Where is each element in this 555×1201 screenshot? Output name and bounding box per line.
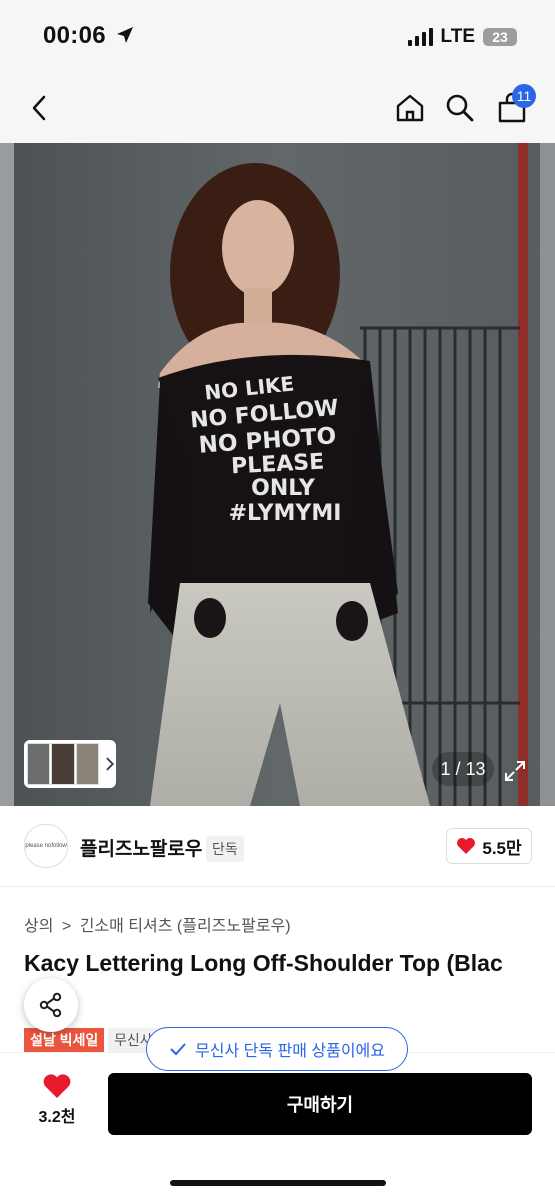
image-counter: 1 / 13 [432,752,494,786]
product-image[interactable]: NO LIKE NO FOLLOW NO PHOTO PLEASE ONLY #… [0,143,555,806]
brand-logo[interactable]: please nofollow [24,824,68,868]
sale-badge: 설날 빅세일 [24,1028,105,1052]
expand-button[interactable] [500,756,530,786]
shirt-text-6: #LYMYMI [229,501,342,526]
breadcrumb: 상의 > 긴소매 티셔츠 (플리즈노팔로우) [24,912,291,936]
thumbnail-strip[interactable] [24,740,116,788]
brand-like-button[interactable]: 5.5만 [446,828,532,864]
status-time: 00:06 [43,22,135,50]
home-button[interactable] [388,86,432,130]
brand-logo-text: please nofollow [25,843,67,849]
shirt-text-5: ONLY [251,476,316,501]
brand-like-count: 5.5만 [482,838,522,858]
cart-button[interactable]: 11 [490,84,536,130]
status-bar: 00:06 LTE 23 [0,0,555,72]
chevron-left-icon [32,95,46,121]
thumbnail-3[interactable] [75,743,100,785]
search-icon [446,94,474,122]
thumbnail-2[interactable] [51,743,75,785]
check-icon [170,1043,186,1056]
wishlist-count: 3.2천 [38,1109,76,1126]
exclusive-tag: 단독 [206,836,244,862]
breadcrumb-separator: > [61,918,72,935]
chevron-right-icon [106,757,115,771]
search-button[interactable] [438,86,482,130]
toast-text: 무신사 단독 판매 상품이에요 [195,1043,385,1060]
signal-icon [407,28,433,46]
status-indicators: LTE 23 [407,26,517,48]
share-icon [39,992,62,1018]
brand-row[interactable]: please nofollow 플리즈노팔로우 단독 5.5만 [0,806,555,887]
heart-icon [457,838,476,854]
product-title: Kacy Lettering Long Off-Shoulder Top (Bl… [24,950,503,976]
home-icon [396,94,424,122]
shirt-text-4: PLEASE [231,450,325,480]
cart-count-badge: 11 [512,84,536,108]
network-label: LTE [440,26,475,47]
battery-level: 23 [492,29,508,45]
breadcrumb-category-2[interactable]: 긴소매 티셔츠 (플리즈노팔로우) [80,918,291,935]
expand-icon [505,761,525,781]
share-button[interactable] [24,978,78,1032]
breadcrumb-category-1[interactable]: 상의 [24,918,53,935]
thumbnail-1[interactable] [27,743,51,785]
wishlist-button[interactable]: 3.2천 [24,1073,90,1127]
back-button[interactable] [18,86,62,130]
nav-bar: 11 [0,72,555,144]
home-indicator [170,1180,386,1186]
product-photo: NO LIKE NO FOLLOW NO PHOTO PLEASE ONLY #… [0,143,555,806]
heart-icon [43,1074,71,1098]
battery-icon: 23 [483,28,517,46]
bottom-bar: 3.2천 구매하기 [0,1052,555,1201]
location-arrow-icon [116,27,133,43]
brand-name[interactable]: 플리즈노팔로우 [80,834,202,861]
buy-button[interactable]: 구매하기 [108,1073,532,1135]
status-time-text: 00:06 [43,22,106,49]
exclusive-toast: 무신사 단독 판매 상품이에요 [146,1027,408,1071]
